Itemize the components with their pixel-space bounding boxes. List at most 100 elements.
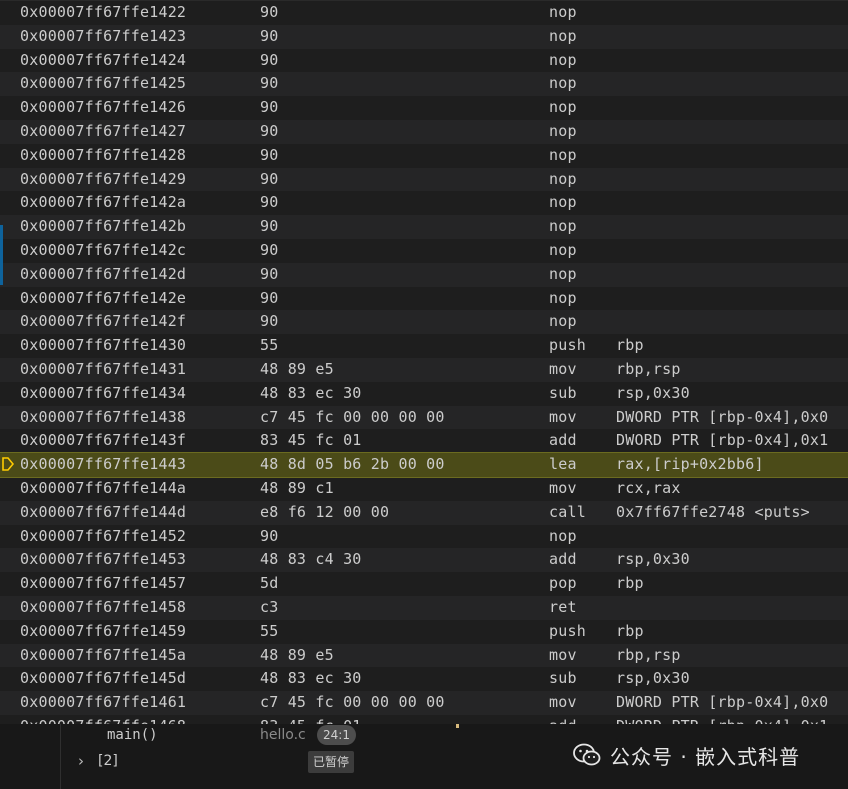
instruction-opcode: ret: [549, 597, 577, 616]
disassembly-row[interactable]: 0x00007ff67ffe1458 c3 ret: [0, 595, 848, 620]
instruction-bytes: 48 89 e5: [260, 645, 334, 664]
instruction-bytes: 48 83 c4 30: [260, 550, 362, 569]
instruction-opcode: sub: [549, 669, 577, 688]
instruction-address: 0x00007ff67ffe1438: [20, 407, 187, 426]
instruction-address: 0x00007ff67ffe1428: [20, 145, 187, 164]
instruction-address: 0x00007ff67ffe144d: [20, 502, 187, 521]
disassembly-row[interactable]: 0x00007ff67ffe142a 90 nop: [0, 191, 848, 215]
disassembly-row[interactable]: 0x00007ff67ffe1427 90 nop: [0, 119, 848, 144]
instruction-address: 0x00007ff67ffe1424: [20, 50, 187, 69]
disassembly-row[interactable]: 0x00007ff67ffe144d e8 f6 12 00 00 call 0x7f…: [0, 500, 848, 525]
instruction-opcode: mov: [549, 407, 577, 426]
instruction-operands: DWORD PTR [rbp-0x4],0x0: [616, 693, 829, 712]
instruction-address: 0x00007ff67ffe143f: [20, 431, 187, 450]
disassembly-row[interactable]: 0x00007ff67ffe1431 48 89 e5 mov rbp,rsp: [0, 357, 848, 382]
paused-status-badge: 已暂停: [308, 751, 355, 773]
instruction-opcode: mov: [549, 693, 577, 712]
instruction-bytes: 55: [260, 621, 279, 640]
instruction-address: 0x00007ff67ffe1443: [20, 455, 187, 474]
instruction-opcode: nop: [549, 217, 577, 236]
instruction-bytes: c3: [260, 597, 279, 616]
instruction-operands: rax,[rip+0x2bb6]: [616, 455, 764, 474]
instruction-bytes: 48 8d 05 b6 2b 00 00: [260, 455, 445, 474]
thread-item[interactable]: › [2] 已暂停: [62, 750, 362, 774]
frame-line-badge: 24:1: [317, 725, 356, 745]
instruction-bytes: 55: [260, 336, 279, 355]
watermark: 公众号 · 嵌入式科普: [572, 740, 800, 770]
instruction-address: 0x00007ff67ffe1423: [20, 26, 187, 45]
instruction-opcode: nop: [549, 264, 577, 283]
disassembly-row[interactable]: 0x00007ff67ffe1424 90 nop: [0, 49, 848, 73]
instruction-address: 0x00007ff67ffe142a: [20, 193, 187, 212]
instruction-bytes: 90: [260, 121, 279, 140]
instruction-operands: rcx,rax: [616, 478, 681, 497]
instruction-address: 0x00007ff67ffe1431: [20, 359, 187, 378]
disassembly-row[interactable]: 0x00007ff67ffe142e 90 nop: [0, 287, 848, 311]
instruction-bytes: e8 f6 12 00 00: [260, 502, 390, 521]
disassembly-row[interactable]: 0x00007ff67ffe1423 90 nop: [0, 24, 848, 49]
instruction-address: 0x00007ff67ffe145d: [20, 669, 187, 688]
disassembly-row[interactable]: 0x00007ff67ffe1422 90 nop: [0, 1, 848, 25]
instruction-address: 0x00007ff67ffe1461: [20, 693, 187, 712]
disassembly-row[interactable]: 0x00007ff67ffe144a 48 89 c1 mov rcx,rax: [0, 477, 848, 501]
disassembly-row[interactable]: 0x00007ff67ffe1425 90 nop: [0, 72, 848, 97]
instruction-operands: rsp,0x30: [616, 383, 690, 402]
instruction-address: 0x00007ff67ffe1459: [20, 621, 187, 640]
instruction-bytes: 90: [260, 3, 279, 21]
instruction-bytes: 48 83 ec 30: [260, 669, 362, 688]
instruction-operands: rsp,0x30: [616, 550, 690, 569]
instruction-opcode: nop: [549, 526, 577, 545]
instruction-address: 0x00007ff67ffe142c: [20, 240, 187, 259]
instruction-opcode: mov: [549, 645, 577, 664]
disassembly-row[interactable]: 0x00007ff67ffe142c 90 nop: [0, 239, 848, 263]
disassembly-row[interactable]: 0x00007ff67ffe145d 48 83 ec 30 sub rsp,0x30: [0, 667, 848, 691]
disassembly-row[interactable]: 0x00007ff67ffe1434 48 83 ec 30 sub rsp,0x30: [0, 382, 848, 406]
wechat-icon: [573, 743, 601, 766]
call-stack-frame[interactable]: main() hello.c 24:1: [62, 724, 362, 748]
disassembly-row[interactable]: 0x00007ff67ffe1459 55 push rbp: [0, 620, 848, 644]
instruction-bytes: 5d: [260, 574, 279, 593]
instruction-bytes: 90: [260, 50, 279, 69]
instruction-bytes: c7 45 fc 00 00 00 00: [260, 407, 445, 426]
disassembly-row[interactable]: 0x00007ff67ffe1452 90 nop: [0, 525, 848, 549]
instruction-bytes: 90: [260, 26, 279, 45]
disassembly-row[interactable]: 0x00007ff67ffe142f 90 nop: [0, 310, 848, 335]
instruction-opcode: nop: [549, 288, 577, 307]
disassembly-row[interactable]: 0x00007ff67ffe1430 55 push rbp: [0, 334, 848, 358]
instruction-opcode: push: [549, 621, 586, 640]
instruction-operands: rbp: [616, 336, 644, 355]
instruction-operands: rbp,rsp: [616, 645, 681, 664]
breakpoint-gutter-mark: [0, 225, 3, 285]
disassembly-row[interactable]: 0x00007ff67ffe145a 48 89 e5 mov rbp,rsp: [0, 643, 848, 668]
instruction-operands: rbp: [616, 574, 644, 593]
instruction-bytes: 90: [260, 312, 279, 331]
instruction-address: 0x00007ff67ffe1430: [20, 336, 187, 355]
disassembly-row[interactable]: 0x00007ff67ffe142b 90 nop: [0, 215, 848, 239]
instruction-bytes: 90: [260, 74, 279, 93]
disassembly-row[interactable]: 0x00007ff67ffe1457 5d pop rbp: [0, 572, 848, 596]
instruction-address: 0x00007ff67ffe144a: [20, 478, 187, 497]
instruction-operands: rbp,rsp: [616, 359, 681, 378]
current-instruction-row[interactable]: 0x00007ff67ffe1443 48 8d 05 b6 2b 00 00 le…: [0, 452, 848, 478]
instruction-address: 0x00007ff67ffe1434: [20, 383, 187, 402]
instruction-bytes: 90: [260, 264, 279, 283]
frame-function-name: main(): [107, 727, 158, 743]
disassembly-row[interactable]: 0x00007ff67ffe1438 c7 45 fc 00 00 00 00 mo…: [0, 405, 848, 430]
disassembly-view[interactable]: 0x00007ff67ffe1422 90 nop 0x00007ff67ffe142…: [0, 0, 848, 725]
disassembly-row[interactable]: 0x00007ff67ffe1426 90 nop: [0, 96, 848, 120]
chevron-right-icon[interactable]: ›: [78, 752, 92, 770]
disassembly-row[interactable]: 0x00007ff67ffe142d 90 nop: [0, 262, 848, 287]
disassembly-row[interactable]: 0x00007ff67ffe1428 90 nop: [0, 144, 848, 168]
disassembly-rows: 0x00007ff67ffe1422 90 nop 0x00007ff67ffe142…: [0, 1, 848, 725]
instruction-bytes: 48 83 ec 30: [260, 383, 362, 402]
disassembly-row[interactable]: 0x00007ff67ffe143f 83 45 fc 01 add DWORD PT…: [0, 429, 848, 453]
disassembly-row[interactable]: 0x00007ff67ffe1453 48 83 c4 30 add rsp,0x30: [0, 548, 848, 573]
instruction-bytes: 90: [260, 288, 279, 307]
disassembly-row[interactable]: 0x00007ff67ffe1429 90 nop: [0, 167, 848, 192]
editor-accent-mark: [456, 724, 459, 728]
disassembly-row[interactable]: 0x00007ff67ffe1461 c7 45 fc 00 00 00 00 mo…: [0, 691, 848, 715]
instruction-address: 0x00007ff67ffe145a: [20, 645, 187, 664]
instruction-opcode: add: [549, 431, 577, 450]
instruction-address: 0x00007ff67ffe142e: [20, 288, 187, 307]
instruction-opcode: add: [549, 550, 577, 569]
